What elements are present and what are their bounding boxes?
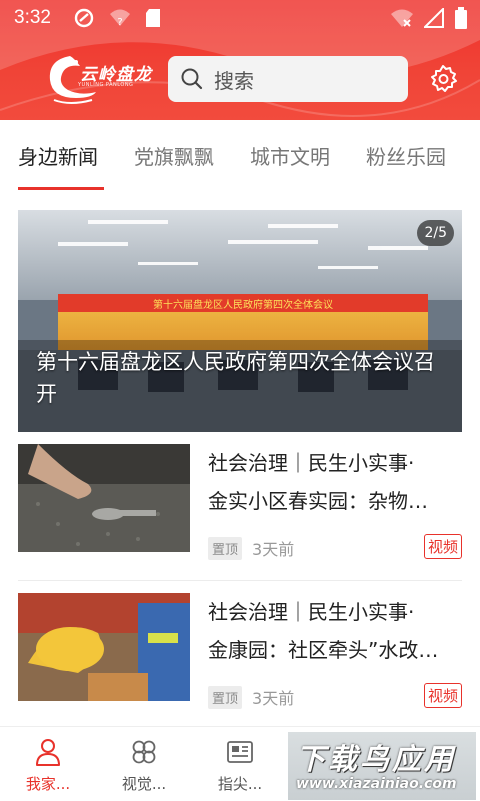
nav-item-visual[interactable]: 视觉... [96, 727, 192, 801]
nav-label: 视觉... [121, 775, 167, 793]
gear-icon [431, 65, 457, 92]
pinned-badge: 置顶 [208, 685, 243, 709]
carousel-page-indicator: 2/5 [417, 220, 454, 246]
sd-card-icon [145, 9, 160, 27]
search-icon [181, 68, 203, 90]
app-header: 3:32 ? 云岭盘龙 YUNLING PANLONG 搜索 [0, 0, 480, 120]
search-placeholder: 搜索 [214, 68, 254, 93]
news-title-line1: 社会治理｜民生小实事· [208, 451, 415, 475]
settings-button[interactable] [426, 62, 460, 96]
nav-item-home[interactable]: 我家... [0, 727, 96, 801]
watermark-title: 下载鸟应用 [296, 742, 457, 776]
search-input[interactable]: 搜索 [168, 56, 408, 102]
news-meta: 置顶 3天前 [208, 536, 294, 560]
battery-icon [455, 7, 467, 29]
tab-fan-park[interactable]: 粉丝乐园 [366, 120, 446, 194]
news-thumbnail [18, 444, 190, 552]
news-title-line2: 金实小区春实园：杂物… [208, 489, 428, 513]
nav-label: 我家... [25, 775, 71, 793]
video-tag: 视频 [423, 683, 462, 708]
app-logo[interactable]: 云岭盘龙 YUNLING PANLONG [40, 50, 160, 106]
signal-icon [424, 8, 444, 28]
news-title-line2: 金康园：社区牵头”水改… [208, 638, 439, 662]
svg-text:?: ? [117, 17, 122, 28]
tab-party-flag[interactable]: 党旗飘飘 [134, 120, 214, 194]
nav-label: 指尖... [217, 775, 263, 793]
news-title-line1: 社会治理｜民生小实事· [208, 600, 415, 624]
news-title: 社会治理｜民生小实事· 金实小区春实园：杂物… [208, 444, 464, 520]
nav-item-fingertip[interactable]: 指尖... [192, 727, 288, 801]
tab-local-news[interactable]: 身边新闻 [18, 120, 104, 194]
watermark-url: www.xiazainiao.com [296, 776, 457, 792]
news-title: 社会治理｜民生小实事· 金康园：社区牵头”水改… [208, 593, 464, 669]
hero-banner-text: 第十六届盘龙区人民政府第四次全体会议 [153, 298, 333, 311]
logo-subtext: YUNLING PANLONG [78, 82, 134, 88]
divider [18, 580, 462, 581]
wifi-off-icon: ? [109, 9, 130, 28]
news-item[interactable]: 社会治理｜民生小实事· 金康园：社区牵头”水改… 置顶 3天前 视频 [18, 593, 464, 709]
status-time: 3:32 [14, 7, 51, 28]
pinned-badge: 置顶 [208, 536, 243, 560]
hero-title[interactable]: 第十六届盘龙区人民政府第四次全体会议召开 [36, 346, 446, 410]
tab-city-civilization[interactable]: 城市文明 [250, 120, 330, 194]
news-time: 3天前 [252, 540, 295, 559]
site-watermark: 下载鸟应用 www.xiazainiao.com [288, 732, 476, 800]
status-bar: 3:32 ? [0, 0, 480, 36]
notification-icon [74, 8, 94, 28]
news-meta: 置顶 3天前 [208, 685, 294, 709]
flower-icon [132, 740, 156, 764]
newspaper-icon [227, 741, 253, 763]
news-thumbnail [18, 593, 190, 701]
news-time: 3天前 [252, 689, 295, 708]
hero-carousel[interactable]: 第十六届盘龙区人民政府第四次全体会议 2/5 第十六届盘龙区人民政府第四次全体会… [18, 210, 462, 432]
category-tabs: 身边新闻 党旗飘飘 城市文明 粉丝乐园 [0, 120, 480, 194]
wifi-disabled-icon [391, 9, 413, 27]
person-icon [36, 739, 60, 766]
video-tag: 视频 [423, 534, 462, 559]
news-item[interactable]: 社会治理｜民生小实事· 金实小区春实园：杂物… 置顶 3天前 视频 [18, 444, 464, 560]
